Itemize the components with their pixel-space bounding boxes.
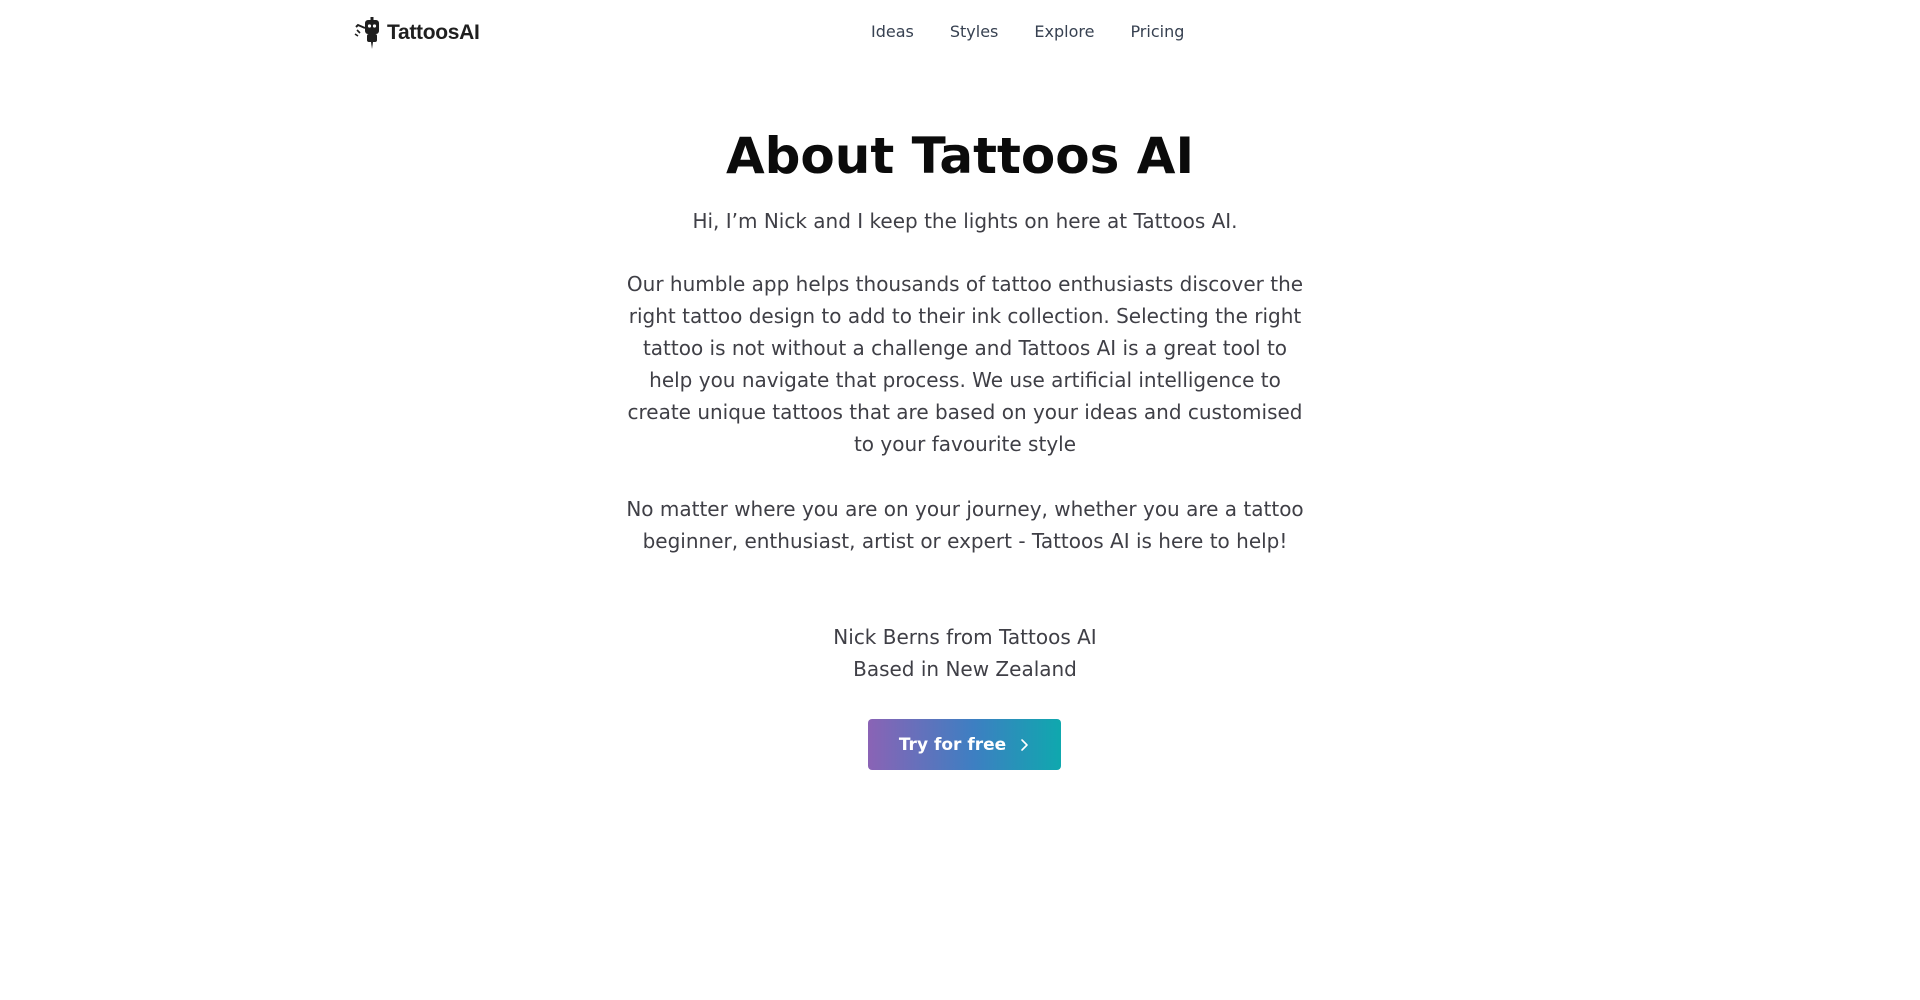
nav-link-pricing[interactable]: Pricing xyxy=(1130,22,1184,41)
try-for-free-button[interactable]: Try for free xyxy=(868,719,1061,770)
nav-link-ideas[interactable]: Ideas xyxy=(871,22,914,41)
body-paragraph-2: No matter where you are on your journey,… xyxy=(626,497,1304,553)
body-paragraph-1: Our humble app helps thousands of tattoo… xyxy=(626,272,1304,456)
signature-name: Nick Berns from Tattoos AI xyxy=(833,625,1097,649)
top-navigation: TattoosAI Ideas Styles Explore Pricing xyxy=(0,0,1920,66)
nav-link-explore[interactable]: Explore xyxy=(1034,22,1094,41)
nav-link-styles[interactable]: Styles xyxy=(950,22,999,41)
signature-block: Nick Berns from Tattoos AI Based in New … xyxy=(620,621,1310,685)
logo-link[interactable]: TattoosAI xyxy=(353,16,480,50)
signature-location: Based in New Zealand xyxy=(853,657,1077,681)
chevron-right-icon xyxy=(1021,738,1028,751)
intro-text: Hi, I’m Nick and I keep the lights on he… xyxy=(692,209,1238,233)
try-for-free-label: Try for free xyxy=(898,734,1007,755)
page-title: About Tattoos AI xyxy=(725,127,1195,185)
robot-tattoo-machine-icon xyxy=(354,17,379,49)
main-nav: Ideas Styles Explore Pricing xyxy=(871,22,1184,41)
logo-text: TattoosAI xyxy=(387,21,480,44)
